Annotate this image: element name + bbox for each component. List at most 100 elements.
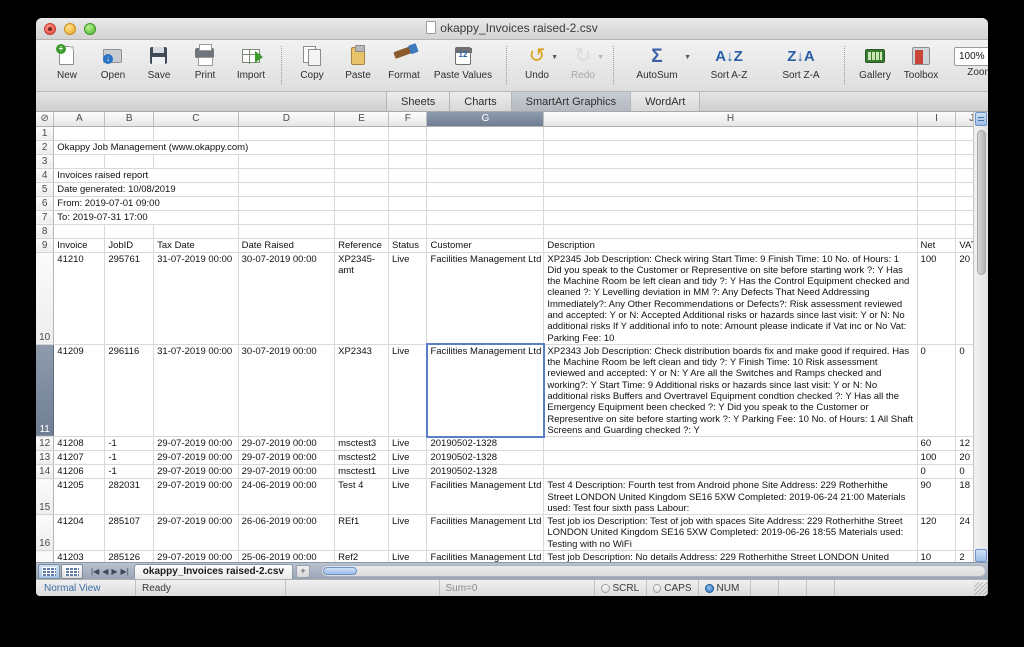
toolbar-button-sort-asc[interactable]: A↓Z Sort A-Z: [693, 43, 765, 82]
cell-D16[interactable]: 26-06-2019 00:00: [238, 514, 336, 552]
cell-G4[interactable]: [426, 168, 545, 183]
cell-G17[interactable]: Facilities Management Ltd: [426, 550, 545, 562]
cell-I8[interactable]: [917, 224, 957, 239]
cell-E2[interactable]: [334, 140, 390, 155]
cell-D7[interactable]: [238, 210, 336, 225]
sheet-row[interactable]: 11 41209 296116 31-07-2019 00:00 30-07-2019 …: [36, 343, 988, 438]
toolbar-button-open[interactable]: ↓ Open: [90, 43, 136, 81]
cell-A6[interactable]: From: 2019-07-01 09:00: [53, 196, 239, 211]
cell-E13[interactable]: msctest2: [334, 450, 390, 466]
column-header-e[interactable]: E: [334, 112, 390, 127]
row-header-1[interactable]: 1: [36, 126, 55, 141]
cell-H8[interactable]: [543, 224, 918, 239]
sheet-row[interactable]: 13 41207 -1 29-07-2019 00:00 29-07-2019 00:0…: [36, 450, 988, 466]
sheet-row[interactable]: 16 41204 285107 29-07-2019 00:00 26-06-2019 …: [36, 514, 988, 552]
row-header-15[interactable]: 15: [36, 478, 55, 516]
cell-D1[interactable]: [238, 126, 336, 141]
sheet-row[interactable]: 6 From: 2019-07-01 09:00: [36, 196, 988, 211]
cell-F2[interactable]: [388, 140, 428, 155]
column-header-d[interactable]: D: [238, 112, 336, 127]
cell-F3[interactable]: [388, 154, 428, 169]
cell-C3[interactable]: [153, 154, 239, 169]
sheet-row[interactable]: 7 To: 2019-07-31 17:00: [36, 210, 988, 225]
cell-H17[interactable]: Test job Description: No details Address…: [543, 550, 918, 562]
column-header-i[interactable]: I: [917, 112, 957, 127]
cell-H9[interactable]: Description: [543, 238, 918, 253]
last-sheet-icon[interactable]: ▶|: [121, 567, 129, 576]
cell-A1[interactable]: [53, 126, 106, 141]
spreadsheet-grid[interactable]: ⊘ A B C D E F G H I J 1 2 Okappy Job Management (www…: [36, 112, 988, 562]
cell-I9[interactable]: Net: [917, 238, 957, 253]
cell-I11[interactable]: 0: [917, 344, 957, 438]
cell-A7[interactable]: To: 2019-07-31 17:00: [53, 210, 239, 225]
scroll-split-handle[interactable]: [975, 112, 987, 126]
row-header-9[interactable]: 9: [36, 238, 55, 253]
cell-H10[interactable]: XP2345 Job Description: Check wiring Sta…: [543, 252, 918, 345]
cell-H2[interactable]: [543, 140, 918, 155]
cell-A13[interactable]: 41207: [53, 450, 106, 466]
cell-H15[interactable]: Test 4 Description: Fourth test from And…: [543, 478, 918, 516]
cell-D4[interactable]: [238, 168, 336, 183]
undo-menu-chevron-icon[interactable]: ▼: [551, 54, 558, 61]
cell-C12[interactable]: 29-07-2019 00:00: [153, 436, 239, 452]
cell-H13[interactable]: [543, 450, 918, 466]
cell-D15[interactable]: 24-06-2019 00:00: [238, 478, 336, 516]
cell-C15[interactable]: 29-07-2019 00:00: [153, 478, 239, 516]
sheet-row[interactable]: 2 Okappy Job Management (www.okappy.com): [36, 140, 988, 155]
cell-D9[interactable]: Date Raised: [238, 238, 336, 253]
cell-A9[interactable]: Invoice: [53, 238, 106, 253]
cell-E17[interactable]: Ref2: [334, 550, 390, 562]
cell-C14[interactable]: 29-07-2019 00:00: [153, 464, 239, 480]
cell-B17[interactable]: 285126: [104, 550, 155, 562]
cell-I14[interactable]: 0: [917, 464, 957, 480]
view-mode-buttons[interactable]: [38, 563, 83, 579]
sheet-row[interactable]: 4 Invoices raised report: [36, 168, 988, 183]
cell-C17[interactable]: 29-07-2019 00:00: [153, 550, 239, 562]
next-sheet-icon[interactable]: ▶: [111, 567, 117, 576]
sheet-row[interactable]: 15 41205 282031 29-07-2019 00:00 24-06-2019 …: [36, 478, 988, 516]
cell-D10[interactable]: 30-07-2019 00:00: [238, 252, 336, 345]
cell-I4[interactable]: [917, 168, 957, 183]
toolbar-zoom-control[interactable]: 100% ▲▼ Zoom: [944, 43, 988, 78]
scroll-down-button[interactable]: [975, 549, 987, 562]
cell-G3[interactable]: [426, 154, 545, 169]
cell-E5[interactable]: [334, 182, 390, 197]
row-header-7[interactable]: 7: [36, 210, 55, 225]
cell-D6[interactable]: [238, 196, 336, 211]
toolbar-button-autosum[interactable]: Σ ▼ AutoSum: [621, 43, 693, 82]
toolbar-button-new[interactable]: + New: [44, 43, 90, 81]
toolbar-button-save[interactable]: Save: [136, 43, 182, 81]
toolbar-button-format[interactable]: Format: [381, 43, 427, 81]
cell-G5[interactable]: [426, 182, 545, 197]
cell-D12[interactable]: 29-07-2019 00:00: [238, 436, 336, 452]
toolbar-button-sort-desc[interactable]: Z↓A Sort Z-A: [765, 43, 837, 82]
tab-charts[interactable]: Charts: [449, 92, 512, 111]
cell-F13[interactable]: Live: [388, 450, 428, 466]
cell-E1[interactable]: [334, 126, 390, 141]
cell-C10[interactable]: 31-07-2019 00:00: [153, 252, 239, 345]
sheet-row[interactable]: 174120328512629-07-2019 00:0025-06-2019 …: [36, 550, 988, 562]
cell-F11[interactable]: Live: [388, 344, 428, 438]
sheet-row[interactable]: 10 41210 295761 31-07-2019 00:00 30-07-2019 …: [36, 252, 988, 345]
cell-A4[interactable]: Invoices raised report: [53, 168, 239, 183]
cell-D3[interactable]: [238, 154, 336, 169]
row-header-17[interactable]: 17: [36, 550, 55, 562]
cell-B11[interactable]: 296116: [104, 344, 155, 438]
cell-G1[interactable]: [426, 126, 545, 141]
vertical-scroll-thumb[interactable]: [977, 130, 986, 275]
sheet-row[interactable]: 12 41208 -1 29-07-2019 00:00 29-07-2019 00:0…: [36, 436, 988, 452]
tab-smartart-graphics[interactable]: SmartArt Graphics: [510, 92, 632, 111]
cell-H11[interactable]: XP2343 Job Description: Check distributi…: [543, 344, 918, 438]
cell-B14[interactable]: -1: [104, 464, 155, 480]
sheet-row[interactable]: 1: [36, 126, 988, 141]
cell-D13[interactable]: 29-07-2019 00:00: [238, 450, 336, 466]
toolbar-button-import[interactable]: Import: [228, 43, 274, 81]
cell-I12[interactable]: 60: [917, 436, 957, 452]
cell-E7[interactable]: [334, 210, 390, 225]
cell-E6[interactable]: [334, 196, 390, 211]
cell-G6[interactable]: [426, 196, 545, 211]
sheet-row[interactable]: 5 Date generated: 10/08/2019: [36, 182, 988, 197]
toolbar-button-paste-values[interactable]: 12 Paste Values: [427, 43, 499, 81]
toolbar-button-print[interactable]: Print: [182, 43, 228, 81]
cell-D14[interactable]: 29-07-2019 00:00: [238, 464, 336, 480]
